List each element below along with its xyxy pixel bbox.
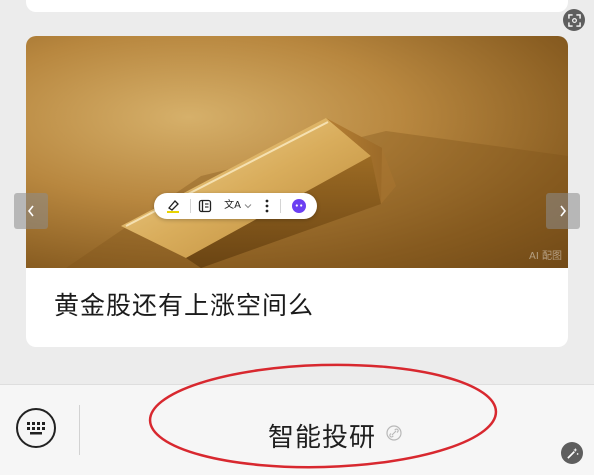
chevron-down-icon xyxy=(244,204,252,209)
carousel-next-button[interactable] xyxy=(546,193,580,229)
more-button[interactable] xyxy=(256,193,278,219)
magic-wand-icon xyxy=(566,447,578,459)
more-vertical-icon xyxy=(265,199,269,213)
selection-toolbar: 文A xyxy=(154,193,317,219)
toolbar-divider xyxy=(280,199,281,213)
highlighter-button[interactable] xyxy=(160,193,186,219)
chevron-left-icon xyxy=(27,205,34,217)
article-card[interactable]: AI 配图 黄金股还有上涨空间么 xyxy=(26,36,568,347)
assistant-button[interactable] xyxy=(286,193,312,219)
keyboard-icon xyxy=(27,422,45,435)
notes-button[interactable] xyxy=(192,193,218,219)
chevron-right-icon xyxy=(560,205,567,217)
previous-card-bottom xyxy=(26,0,568,12)
toolbar-divider xyxy=(190,199,191,213)
carousel-prev-button[interactable] xyxy=(14,193,48,229)
magic-wand-button[interactable] xyxy=(561,442,583,464)
translate-icon: 文A xyxy=(224,200,241,211)
ai-image-watermark: AI 配图 xyxy=(529,251,562,262)
bottom-bar-divider xyxy=(79,405,80,455)
gold-bar-image: AI 配图 xyxy=(26,36,568,268)
red-ellipse-annotation xyxy=(148,363,498,469)
expand-icon xyxy=(567,13,581,27)
assistant-icon xyxy=(292,199,306,213)
notes-icon xyxy=(198,199,212,213)
card-title[interactable]: 黄金股还有上涨空间么 xyxy=(54,286,314,322)
keyboard-button[interactable] xyxy=(16,408,56,448)
expand-button[interactable] xyxy=(563,9,585,31)
highlighter-icon xyxy=(167,200,179,213)
gold-bar-illustration xyxy=(66,118,568,268)
translate-button[interactable]: 文A xyxy=(220,193,256,219)
